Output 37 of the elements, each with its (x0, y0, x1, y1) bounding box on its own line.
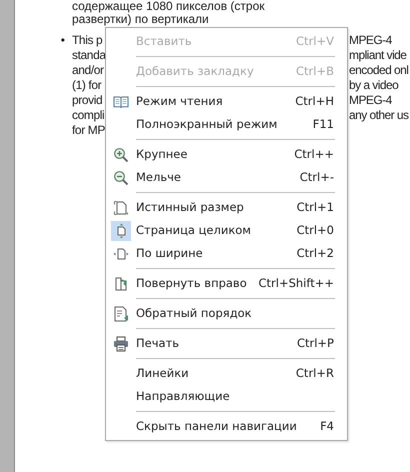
fit-width-icon (113, 246, 129, 262)
page-icon (113, 200, 129, 216)
menu-item[interactable]: Страница целиком Ctrl+0 (106, 219, 347, 242)
menu-item[interactable]: Истинный размер Ctrl+1 (106, 196, 347, 219)
document-text: by a video (349, 78, 398, 92)
document-text: any other us (349, 108, 408, 122)
menu-item[interactable]: Полноэкранный режим F11 (106, 113, 347, 136)
document-text: standa (72, 48, 106, 62)
document-text: for MP (72, 123, 105, 137)
document-text: encoded onl (349, 63, 408, 77)
document-text: This p (72, 33, 102, 47)
document-text: provid (72, 93, 102, 107)
menu-item[interactable]: Линейки Ctrl+R (106, 362, 347, 385)
document-icon (113, 306, 129, 322)
document-text-line: содержащее 1080 пикселов (строк (72, 0, 265, 13)
menu-item[interactable]: Направляющие (106, 385, 347, 408)
menu-item[interactable]: Скрыть панели навигации F4 (106, 415, 347, 438)
document-text: MPEG-4 (349, 33, 392, 47)
document-text: compli (72, 108, 104, 122)
menu-item[interactable]: Крупнее Ctrl++ (106, 143, 347, 166)
document-text: MPEG-4 (349, 93, 392, 107)
menu-item[interactable]: Повернуть вправо Ctrl+Shift++ (106, 272, 347, 295)
zoom-in-icon (113, 146, 129, 162)
zoom-out-icon (113, 170, 129, 186)
menu-item[interactable]: Режим чтения Ctrl+H (106, 90, 347, 113)
menu-item[interactable]: Печать Ctrl+P (106, 332, 347, 355)
printer-icon (113, 336, 129, 352)
document-text: (1) for (72, 78, 102, 92)
menu-item[interactable]: Обратный порядок (106, 302, 347, 325)
menu-item[interactable]: По ширине Ctrl+2 (106, 242, 347, 265)
document-text: and/or (72, 63, 104, 77)
rotate-icon (113, 276, 129, 292)
book-icon (113, 94, 129, 110)
bullet: • (60, 33, 65, 47)
document-text: mpliant vide (349, 48, 406, 62)
document-text-line: развертки) по вертикали (72, 13, 209, 26)
menu-item[interactable]: Мельче Ctrl+- (106, 166, 347, 189)
